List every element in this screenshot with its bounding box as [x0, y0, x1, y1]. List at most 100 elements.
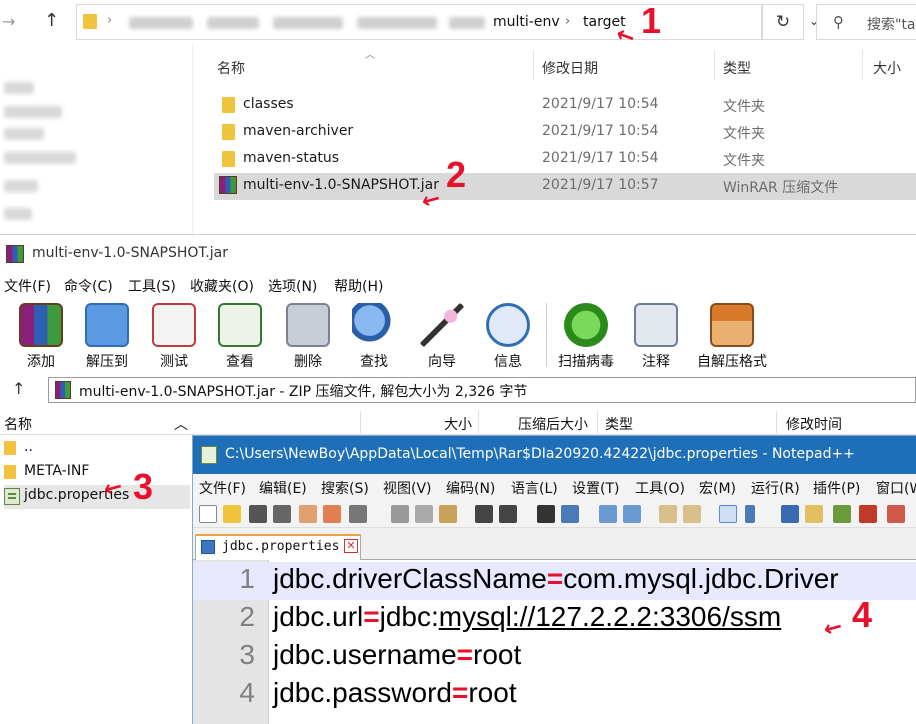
column-divider[interactable]: [714, 50, 715, 80]
udl-icon[interactable]: [805, 505, 823, 523]
column-divider[interactable]: [360, 411, 361, 435]
menu-language[interactable]: 语言(L): [511, 478, 558, 498]
doc-map-icon[interactable]: [833, 505, 851, 523]
close-all-icon[interactable]: [323, 505, 341, 523]
sync-vertical-icon[interactable]: [659, 505, 677, 523]
wizard-button[interactable]: 向导: [418, 299, 466, 371]
scan-virus-button[interactable]: 扫描病毒: [554, 299, 618, 371]
delete-button[interactable]: 删除: [286, 299, 330, 371]
find-button[interactable]: 查找: [352, 299, 396, 371]
menu-favorites[interactable]: 收藏夹(O): [190, 276, 254, 296]
save-all-icon[interactable]: [273, 505, 291, 523]
column-header-modified[interactable]: 修改时间: [786, 414, 842, 434]
folder-workspace-icon[interactable]: [887, 505, 905, 523]
menu-file[interactable]: 文件(F): [4, 276, 51, 296]
blurred-nav-item[interactable]: [4, 106, 62, 118]
comment-button[interactable]: 注释: [634, 299, 678, 371]
menu-tools[interactable]: 工具(S): [128, 276, 176, 296]
code-line[interactable]: 1 jdbc.driverClassName=com.mysql.jdbc.Dr…: [193, 562, 916, 600]
column-header-type[interactable]: 类型: [723, 58, 751, 78]
column-divider[interactable]: [533, 50, 534, 80]
column-divider[interactable]: [597, 411, 598, 435]
navigation-pane: [0, 44, 192, 234]
extract-to-button[interactable]: 解压到: [82, 299, 132, 371]
show-all-chars-icon[interactable]: [745, 505, 755, 523]
info-button[interactable]: 信息: [486, 299, 530, 371]
menu-macro[interactable]: 宏(M): [699, 478, 736, 498]
code-editor[interactable]: 1 jdbc.driverClassName=com.mysql.jdbc.Dr…: [193, 560, 916, 724]
copy-icon[interactable]: [415, 505, 433, 523]
menu-plugins[interactable]: 插件(P): [813, 478, 860, 498]
indent-guide-icon[interactable]: [781, 505, 799, 523]
close-icon[interactable]: [299, 505, 317, 523]
file-row[interactable]: maven-status 2021/9/17 10:54 文件夹: [214, 146, 916, 173]
open-file-icon[interactable]: [223, 505, 241, 523]
blurred-nav-item[interactable]: [4, 180, 38, 192]
forward-arrow-icon[interactable]: →: [2, 12, 15, 31]
archive-path-field[interactable]: multi-env-1.0-SNAPSHOT.jar - ZIP 压缩文件, 解…: [48, 377, 916, 403]
blurred-nav-item[interactable]: [4, 82, 34, 94]
menu-tools[interactable]: 工具(O): [635, 478, 685, 498]
menu-run[interactable]: 运行(R): [751, 478, 800, 498]
archive-item-meta-inf[interactable]: META-INF: [4, 461, 190, 485]
menu-search[interactable]: 搜索(S): [321, 478, 369, 498]
up-arrow-icon[interactable]: ↑: [12, 379, 25, 398]
undo-icon[interactable]: [475, 505, 493, 523]
blurred-nav-item[interactable]: [4, 128, 44, 140]
zoom-in-icon[interactable]: [599, 505, 617, 523]
archive-item-jdbc-properties[interactable]: jdbc.properties: [4, 485, 190, 509]
column-header-name[interactable]: 名称: [217, 58, 245, 78]
cut-icon[interactable]: [391, 505, 409, 523]
file-row[interactable]: maven-archiver 2021/9/17 10:54 文件夹: [214, 119, 916, 146]
search-input[interactable]: ⚲ 搜索"ta: [816, 4, 916, 40]
find-icon[interactable]: [537, 505, 555, 523]
menu-options[interactable]: 选项(N): [268, 276, 317, 296]
column-divider[interactable]: [862, 50, 863, 80]
blurred-nav-item[interactable]: [4, 152, 76, 164]
zoom-out-icon[interactable]: [623, 505, 641, 523]
breadcrumb-multi-env[interactable]: multi-env: [493, 14, 560, 30]
file-date: 2021/9/17 10:54: [542, 150, 659, 166]
save-icon[interactable]: [249, 505, 267, 523]
paste-icon[interactable]: [439, 505, 457, 523]
column-header-name[interactable]: 名称: [4, 414, 32, 434]
menu-file[interactable]: 文件(F): [199, 478, 246, 498]
property-value-url[interactable]: mysql://127.2.2.2:3306/ssm: [439, 601, 781, 632]
menu-settings[interactable]: 设置(T): [572, 478, 619, 498]
code-line[interactable]: 4 jdbc.password=root: [193, 676, 916, 714]
sync-horizontal-icon[interactable]: [683, 505, 701, 523]
column-header-size[interactable]: 大小: [873, 58, 901, 78]
code-line[interactable]: 2 jdbc.url=jdbc:mysql://127.2.2.2:3306/s…: [193, 600, 916, 638]
column-divider[interactable]: [776, 411, 777, 435]
menu-view[interactable]: 视图(V): [383, 478, 432, 498]
blurred-nav-item[interactable]: [4, 208, 32, 220]
menu-edit[interactable]: 编辑(E): [259, 478, 307, 498]
column-header-size[interactable]: 大小: [444, 414, 472, 434]
redo-icon[interactable]: [499, 505, 517, 523]
new-file-icon[interactable]: [199, 505, 217, 523]
view-button[interactable]: 查看: [214, 299, 266, 371]
code-line[interactable]: 3 jdbc.username=root: [193, 638, 916, 676]
column-header-type[interactable]: 类型: [605, 414, 633, 434]
column-divider[interactable]: [478, 411, 479, 435]
file-row[interactable]: classes 2021/9/17 10:54 文件夹: [214, 92, 916, 119]
test-button[interactable]: 测试: [152, 299, 196, 371]
replace-icon[interactable]: [561, 505, 579, 523]
menu-command[interactable]: 命令(C): [64, 276, 113, 296]
menu-encoding[interactable]: 编码(N): [446, 478, 495, 498]
tab-close-icon[interactable]: ✕: [344, 539, 358, 553]
menu-help[interactable]: 帮助(H): [334, 276, 383, 296]
function-list-icon[interactable]: [859, 505, 877, 523]
word-wrap-icon[interactable]: [719, 505, 737, 523]
archive-item-parent[interactable]: ..: [4, 437, 190, 461]
print-icon[interactable]: [349, 505, 367, 523]
add-button[interactable]: 添加: [18, 299, 64, 371]
file-row-jar[interactable]: multi-env-1.0-SNAPSHOT.jar 2021/9/17 10:…: [214, 173, 916, 200]
tab-jdbc-properties[interactable]: jdbc.properties ✕: [195, 534, 361, 560]
sfx-button[interactable]: 自解压格式: [694, 299, 770, 371]
up-arrow-icon[interactable]: ↑: [44, 10, 59, 31]
refresh-button[interactable]: ↻: [762, 4, 804, 40]
column-header-packed-size[interactable]: 压缩后大小: [518, 414, 588, 434]
menu-window[interactable]: 窗口(W): [876, 478, 916, 498]
column-header-date[interactable]: 修改日期: [542, 58, 598, 78]
